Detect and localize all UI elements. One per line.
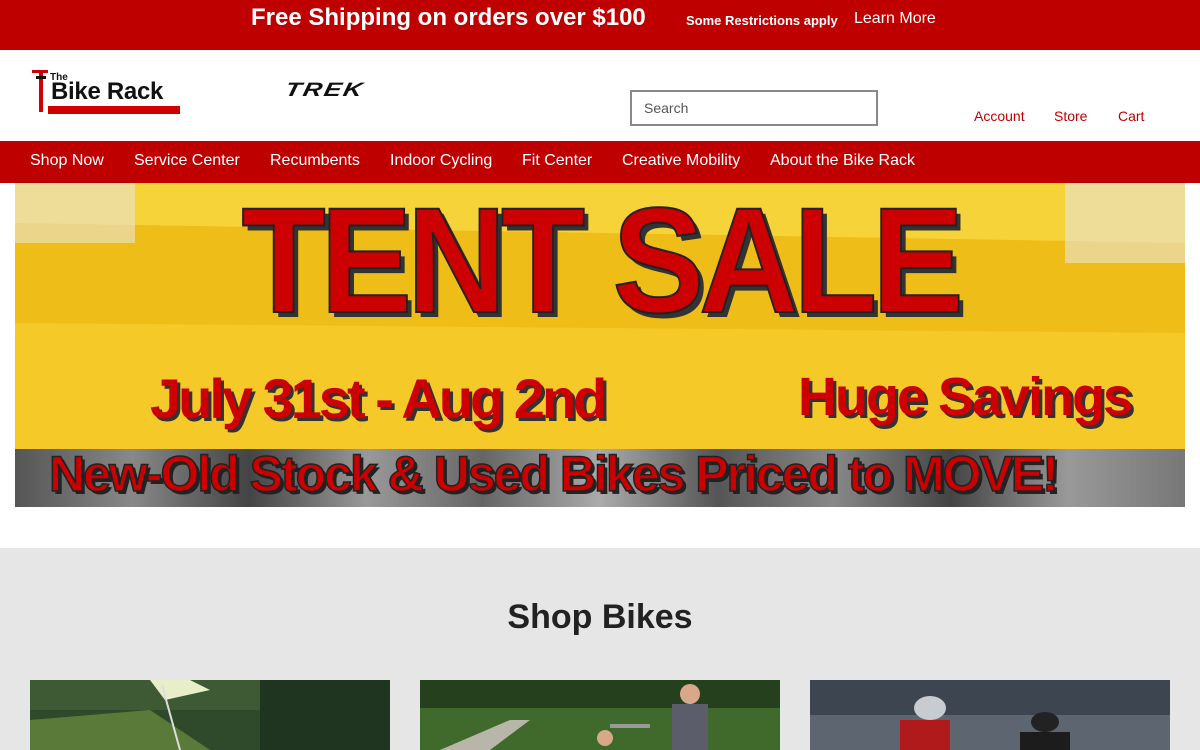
bike-category-card[interactable] <box>810 680 1170 750</box>
bike-category-image <box>420 680 780 750</box>
promo-bar: Free Shipping on orders over $100 Some R… <box>0 0 1200 50</box>
logo-underline <box>48 106 180 114</box>
cart-link[interactable]: Cart <box>1118 108 1144 124</box>
promo-free-shipping: Free Shipping on orders over $100 <box>251 4 646 31</box>
nav-item-indoor-cycling[interactable]: Indoor Cycling <box>390 152 492 170</box>
account-link[interactable]: Account <box>974 108 1025 124</box>
nav-item-creative-mobility[interactable]: Creative Mobility <box>622 152 740 170</box>
nav-item-fit-center[interactable]: Fit Center <box>522 152 592 170</box>
nav-item-recumbents[interactable]: Recumbents <box>270 152 360 170</box>
hero-dates: July 31st - Aug 2nd <box>150 367 607 430</box>
main-nav: Shop Now Service Center Recumbents Indoo… <box>0 141 1200 183</box>
nav-item-shop-now[interactable]: Shop Now <box>30 152 104 170</box>
logo-name-text: Bike Rack <box>51 78 164 105</box>
shop-bikes-section: Shop Bikes <box>0 548 1200 750</box>
bike-category-card[interactable] <box>30 680 390 750</box>
bike-category-image <box>810 680 1170 750</box>
tent-sale-banner[interactable]: TENT SALE July 31st - Aug 2nd Huge Savin… <box>15 183 1185 507</box>
site-header: The Bike Rack TREK Account Store Cart <box>0 50 1200 141</box>
learn-more-link[interactable]: Learn More <box>854 10 936 28</box>
hero-savings: Huge Savings <box>798 367 1133 427</box>
nav-item-service-center[interactable]: Service Center <box>134 152 240 170</box>
bike-category-card[interactable] <box>420 680 780 750</box>
bike-category-image <box>30 680 390 750</box>
search-box[interactable] <box>630 90 878 126</box>
bike-rack-logo[interactable]: The Bike Rack <box>30 66 182 116</box>
nav-item-about[interactable]: About the Bike Rack <box>770 152 915 170</box>
trek-logo[interactable]: TREK <box>283 78 367 101</box>
shop-bikes-title: Shop Bikes <box>507 598 693 636</box>
search-input[interactable] <box>632 92 876 124</box>
promo-restrictions: Some Restrictions apply <box>686 13 838 28</box>
hero-stock-text: New-Old Stock & Used Bikes Priced to MOV… <box>48 445 1059 503</box>
hero-title: TENT SALE <box>241 183 965 344</box>
store-link[interactable]: Store <box>1054 108 1087 124</box>
